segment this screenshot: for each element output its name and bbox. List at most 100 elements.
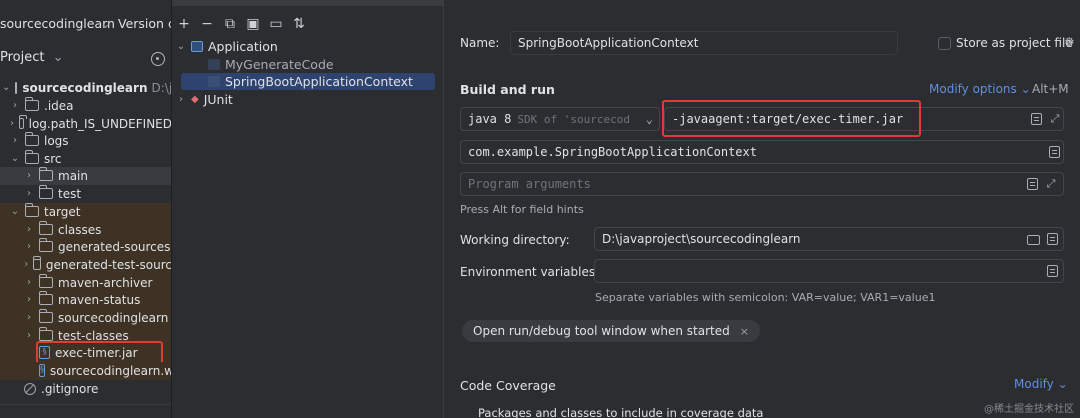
- folder-icon: [25, 97, 39, 112]
- store-as-project-checkbox[interactable]: [938, 37, 951, 50]
- jdk-select[interactable]: java 8 SDK of 'sourcecod ⌄: [460, 107, 660, 131]
- tree-item[interactable]: › test: [0, 185, 171, 203]
- root-label: sourcecodinglearn: [22, 80, 148, 95]
- build-run-title: Build and run: [460, 82, 555, 97]
- chevron-right-icon[interactable]: ›: [24, 277, 34, 288]
- copy-icon[interactable]: ⧉: [222, 16, 238, 32]
- highlight-box-vm-options: [662, 100, 921, 137]
- tree-item[interactable]: › maven-archiver: [0, 274, 171, 292]
- folder-plus-icon[interactable]: ▭: [268, 16, 284, 32]
- config-item[interactable]: MyGenerateCode: [208, 56, 334, 73]
- working-directory-label: Working directory:: [460, 233, 570, 247]
- tree-item[interactable]: › maven-status: [0, 291, 171, 309]
- chevron-down-icon[interactable]: ⌄: [176, 41, 186, 52]
- chevron-right-icon[interactable]: ›: [24, 259, 28, 270]
- tree-item[interactable]: ⌄ src: [0, 150, 171, 168]
- chevron-right-icon[interactable]: ›: [10, 135, 20, 146]
- tree-item[interactable]: .gitignore: [0, 380, 171, 398]
- save-icon[interactable]: ▣: [245, 16, 261, 32]
- expand-text-icon[interactable]: [1031, 113, 1042, 125]
- folder-icon: [33, 256, 42, 271]
- modify-link-label: Modify: [1014, 377, 1054, 391]
- close-icon[interactable]: ×: [740, 325, 749, 338]
- chevron-right-icon[interactable]: ›: [24, 188, 34, 199]
- maximize-icon[interactable]: ⤢: [1045, 178, 1057, 190]
- name-field[interactable]: SpringBootApplicationContext: [510, 31, 898, 55]
- chip-label: Open run/debug tool window when started: [473, 324, 730, 338]
- main-class-field[interactable]: com.example.SpringBootApplicationContext: [460, 140, 1064, 164]
- folder-icon: [39, 167, 53, 182]
- chevron-right-icon[interactable]: ›: [24, 224, 34, 235]
- tree-item[interactable]: § sourcecodinglearn.w: [0, 362, 171, 380]
- modify-link[interactable]: Modify ⌄: [1014, 377, 1068, 391]
- chevron-right-icon[interactable]: ›: [24, 312, 34, 323]
- tree-item[interactable]: › generated-sources: [0, 238, 171, 256]
- program-arguments-field[interactable]: Program arguments ⤢: [460, 172, 1064, 196]
- add-icon[interactable]: +: [176, 16, 192, 32]
- locate-target-icon[interactable]: [151, 52, 165, 66]
- chevron-down-icon[interactable]: ⌄: [646, 112, 653, 126]
- sort-icon[interactable]: ⇅: [291, 16, 307, 32]
- chevron-down-icon[interactable]: ⌄: [2, 82, 10, 93]
- config-item-label: SpringBootApplicationContext: [225, 74, 413, 89]
- remove-icon[interactable]: −: [199, 16, 215, 32]
- modify-options-link[interactable]: Modify options ⌄: [929, 82, 1031, 96]
- chevron-right-icon[interactable]: ›: [10, 118, 14, 129]
- tree-item[interactable]: › log.path_IS_UNDEFINED: [0, 115, 171, 133]
- config-item-selected[interactable]: SpringBootApplicationContext: [181, 73, 435, 90]
- config-toolbar: + − ⧉ ▣ ▭ ⇅: [176, 16, 307, 32]
- macro-icon[interactable]: [1047, 233, 1058, 245]
- config-item-label: MyGenerateCode: [225, 57, 334, 72]
- chevron-down-icon[interactable]: ⌄: [53, 50, 64, 65]
- expand-text-icon[interactable]: [1027, 178, 1038, 190]
- folder-icon: [25, 203, 39, 218]
- bottom-bar: [0, 404, 171, 418]
- highlight-box-jar: [36, 341, 163, 364]
- maximize-icon[interactable]: ⤢: [1049, 113, 1061, 125]
- chevron-down-icon[interactable]: ⌄: [10, 153, 20, 164]
- tree-item-label: maven-archiver: [58, 275, 153, 290]
- tree-item[interactable]: › main: [0, 167, 171, 185]
- tree-item[interactable]: ⌄ target: [0, 203, 171, 221]
- folder-icon[interactable]: [1027, 235, 1040, 245]
- chevron-right-icon[interactable]: ›: [24, 294, 34, 305]
- chevron-right-icon[interactable]: ›: [24, 170, 34, 181]
- edit-env-icon[interactable]: [1047, 265, 1058, 277]
- folder-icon: [39, 221, 53, 236]
- env-hint-text: Separate variables with semicolon: VAR=v…: [595, 291, 936, 304]
- tree-item[interactable]: › classes: [0, 221, 171, 239]
- chevron-down-icon[interactable]: ⌄: [10, 206, 20, 217]
- chevron-right-icon[interactable]: ›: [24, 330, 34, 341]
- config-group-junit[interactable]: › ◆ JUnit: [176, 91, 233, 108]
- tree-item-label: .gitignore: [41, 381, 99, 396]
- chevron-right-icon[interactable]: ›: [176, 94, 186, 105]
- version-control-tab[interactable]: Version c: [118, 16, 171, 31]
- dialog-titlebar: [172, 0, 444, 6]
- name-value: SpringBootApplicationContext: [518, 36, 699, 50]
- chevron-right-icon[interactable]: ›: [24, 241, 34, 252]
- config-group-application[interactable]: ⌄ Application: [176, 38, 278, 55]
- project-title: Project: [0, 50, 45, 65]
- root-path: D:\jav: [151, 80, 172, 95]
- project-panel-header[interactable]: Project ⌄: [0, 50, 64, 65]
- gear-icon[interactable]: ⚙: [1064, 35, 1075, 49]
- chevron-right-icon[interactable]: ›: [10, 100, 20, 111]
- tree-item[interactable]: › .idea: [0, 97, 171, 115]
- project-tab[interactable]: sourcecodinglearn: [0, 16, 115, 31]
- tree-item-label: target: [44, 204, 81, 219]
- modify-shortcut: Alt+M: [1032, 82, 1069, 96]
- open-tool-window-chip[interactable]: Open run/debug tool window when started …: [462, 320, 760, 342]
- tree-item[interactable]: › generated-test-sourc: [0, 256, 171, 274]
- working-directory-field[interactable]: D:\javaproject\sourcecodinglearn: [594, 227, 1064, 251]
- tree-item[interactable]: › logs: [0, 132, 171, 150]
- tree-root[interactable]: ⌄ sourcecodinglearn D:\jav: [0, 79, 172, 97]
- working-directory-value: D:\javaproject\sourcecodinglearn: [602, 232, 801, 246]
- environment-variables-field[interactable]: [594, 259, 1064, 283]
- folder-icon: [39, 309, 53, 324]
- folder-icon: [19, 115, 27, 130]
- jdk-name: java 8: [468, 112, 512, 126]
- tree-item[interactable]: › sourcecodinglearn: [0, 309, 171, 327]
- browse-icon[interactable]: [1049, 146, 1060, 158]
- junit-icon: ◆: [191, 94, 199, 105]
- chevron-down-icon[interactable]: ⌄: [100, 16, 110, 31]
